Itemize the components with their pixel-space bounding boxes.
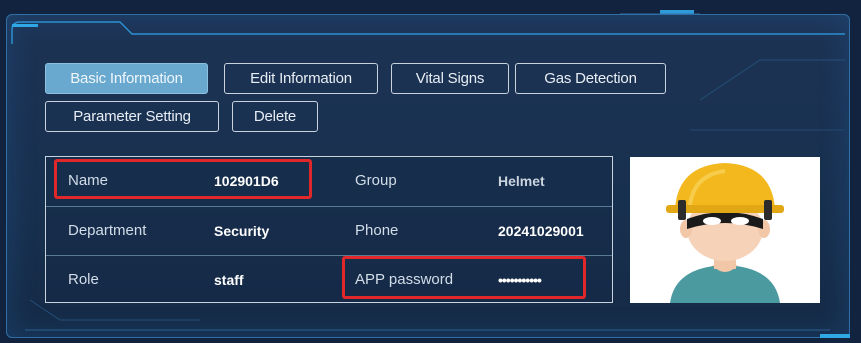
- info-row: Department Security Phone 20241029001: [46, 206, 612, 256]
- tab-gas-detection[interactable]: Gas Detection: [515, 63, 666, 94]
- department-label: Department: [68, 222, 147, 239]
- password-highlight-box: [342, 256, 586, 299]
- role-value: staff: [214, 272, 244, 288]
- tab-basic-information[interactable]: Basic Information: [45, 63, 208, 94]
- tab-parameter-setting[interactable]: Parameter Setting: [45, 101, 219, 132]
- tab-vital-signs[interactable]: Vital Signs: [391, 63, 509, 94]
- phone-label: Phone: [355, 222, 399, 239]
- avatar: [630, 157, 820, 303]
- department-value: Security: [214, 223, 270, 239]
- group-label: Group: [355, 172, 397, 189]
- name-highlight-box: [54, 159, 312, 199]
- group-value: Helmet: [498, 173, 545, 189]
- role-label: Role: [68, 271, 99, 288]
- tab-edit-information[interactable]: Edit Information: [224, 63, 378, 94]
- phone-value: 20241029001: [498, 223, 584, 239]
- delete-button[interactable]: Delete: [232, 101, 318, 132]
- helmet-worker-avatar-icon: [666, 163, 784, 303]
